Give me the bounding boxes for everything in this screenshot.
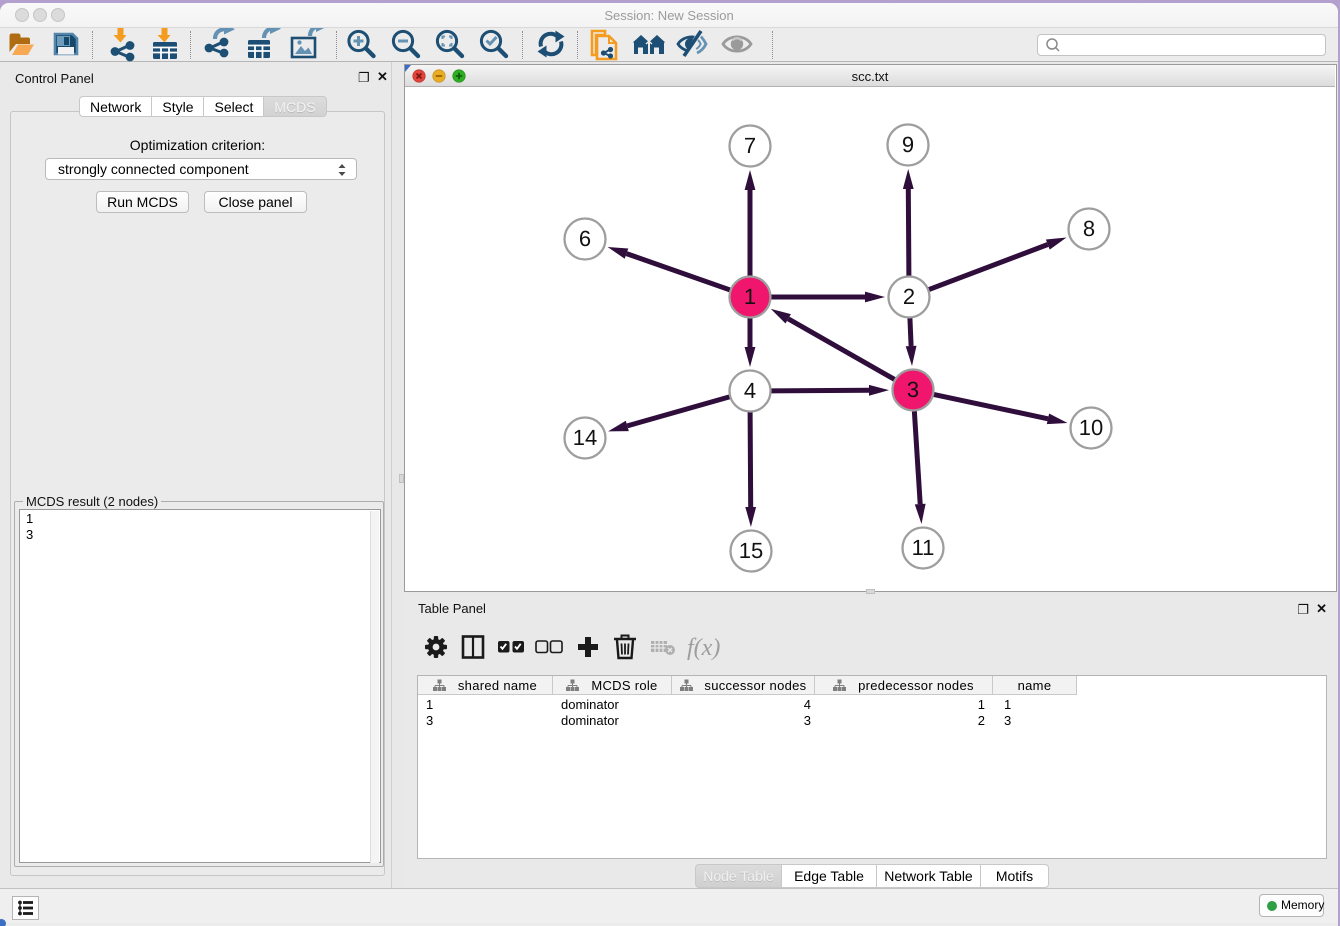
svg-text:3: 3	[907, 377, 919, 402]
svg-text:2: 2	[903, 284, 915, 309]
svg-text:11: 11	[912, 535, 935, 560]
svg-text:7: 7	[744, 133, 756, 158]
svg-text:10: 10	[1079, 415, 1103, 440]
svg-text:9: 9	[902, 132, 914, 157]
svg-text:6: 6	[579, 226, 591, 251]
svg-text:14: 14	[573, 425, 597, 450]
svg-text:f(x): f(x)	[687, 635, 720, 661]
svg-text:4: 4	[744, 378, 756, 403]
svg-text:15: 15	[739, 538, 763, 563]
svg-text:1: 1	[744, 284, 756, 309]
svg-text:8: 8	[1083, 216, 1095, 241]
